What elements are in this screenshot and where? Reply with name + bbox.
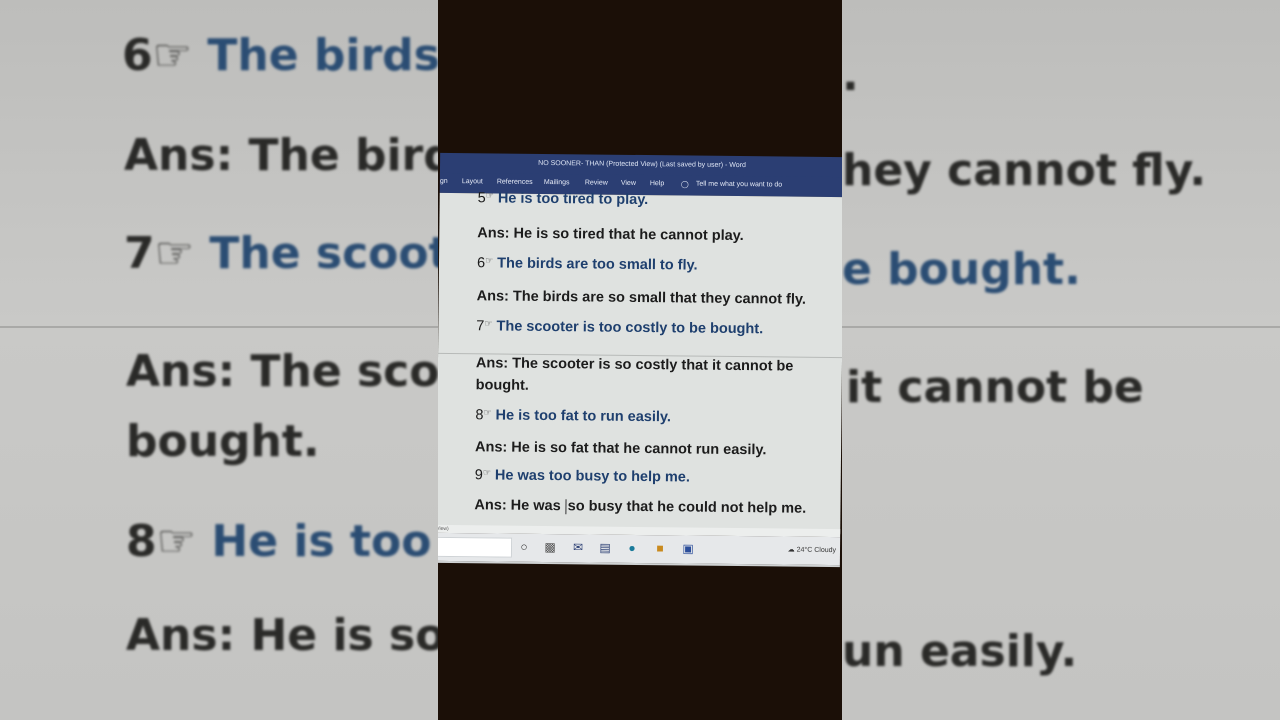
lightbulb-icon: ◯: [680, 181, 689, 189]
bg-line-2: Ans: The birds: [124, 130, 481, 181]
weather-widget[interactable]: ☁ 24°C Cloudy: [788, 546, 836, 555]
video-frame: NO SOONER- THAN (Protected View) (Last s…: [438, 0, 842, 720]
store-icon[interactable]: ▤: [597, 540, 613, 556]
pointing-hand-icon: ☞: [484, 318, 493, 329]
answer-5: Ans: He is so tired that he cannot play.: [477, 225, 744, 245]
question-9: 9☞ He was too busy to help me.: [474, 467, 691, 486]
bg-line-3-trail: e bought.: [842, 244, 1081, 295]
edge-browser-icon[interactable]: ●: [624, 540, 640, 556]
windows-taskbar: ○ ▩ ✉ ▤ ● ■ ▣ ☁ 24°C Cloudy: [438, 532, 841, 566]
tab-design[interactable]: gn: [440, 178, 448, 185]
weather-icon: ☁: [787, 546, 795, 554]
pointing-hand-icon: ☞: [485, 255, 494, 266]
document-page[interactable]: 5☞ He is too tired to play. Ans: He is s…: [438, 190, 842, 535]
tab-help[interactable]: Help: [650, 180, 664, 187]
bg-line-4: Ans: The scoot: [126, 346, 491, 397]
pointing-hand-icon: ☞: [482, 467, 492, 478]
bg-line-7-trail: un easily.: [842, 626, 1078, 677]
bg-line-3: 7☞ The scoote: [124, 228, 480, 279]
question-8: 8☞ He is too fat to run easily.: [475, 407, 672, 426]
bg-line-4-trail: it cannot be: [846, 362, 1144, 413]
answer-9: Ans: He was so busy that he could not he…: [474, 497, 807, 517]
answer-6: Ans: The birds are so small that they ca…: [476, 288, 807, 308]
word-window: NO SOONER- THAN (Protected View) (Last s…: [438, 152, 842, 568]
answer-7-line-1: Ans: The scooter is so costly that it ca…: [475, 355, 794, 375]
bg-line-2-trail: hey cannot fly.: [842, 145, 1207, 196]
file-explorer-icon[interactable]: ■: [652, 540, 668, 556]
bg-line-1: 6☞ The birds a: [122, 30, 485, 81]
question-5: 5☞ He is too tired to play.: [477, 190, 649, 209]
bg-line-1-trail: .: [842, 50, 859, 101]
tab-view[interactable]: View: [621, 180, 636, 187]
answer-7-line-2: bought.: [475, 377, 529, 394]
question-7: 7☞ The scooter is too costly to be bough…: [476, 318, 764, 338]
taskbar-search-box[interactable]: [438, 536, 513, 558]
cortana-icon[interactable]: ○: [516, 539, 532, 555]
tell-me-search[interactable]: Tell me what you want to do: [696, 181, 782, 189]
tab-mailings[interactable]: Mailings: [544, 179, 570, 186]
mail-icon[interactable]: ✉: [570, 539, 586, 555]
task-view-icon[interactable]: ▩: [542, 539, 558, 555]
question-6: 6☞ The birds are too small to fly.: [476, 255, 698, 274]
tab-review[interactable]: Review: [585, 179, 608, 186]
pointing-hand-icon: ☞: [485, 190, 494, 201]
pointing-hand-icon: ☞: [483, 407, 492, 418]
bg-line-6: 8☞ He is too f: [126, 516, 466, 567]
word-app-icon[interactable]: ▣: [680, 540, 696, 556]
tab-layout[interactable]: Layout: [462, 178, 483, 185]
tab-references[interactable]: References: [497, 178, 533, 185]
bg-line-5: bought.: [126, 416, 320, 467]
answer-8: Ans: He is so fat that he cannot run eas…: [474, 439, 767, 459]
